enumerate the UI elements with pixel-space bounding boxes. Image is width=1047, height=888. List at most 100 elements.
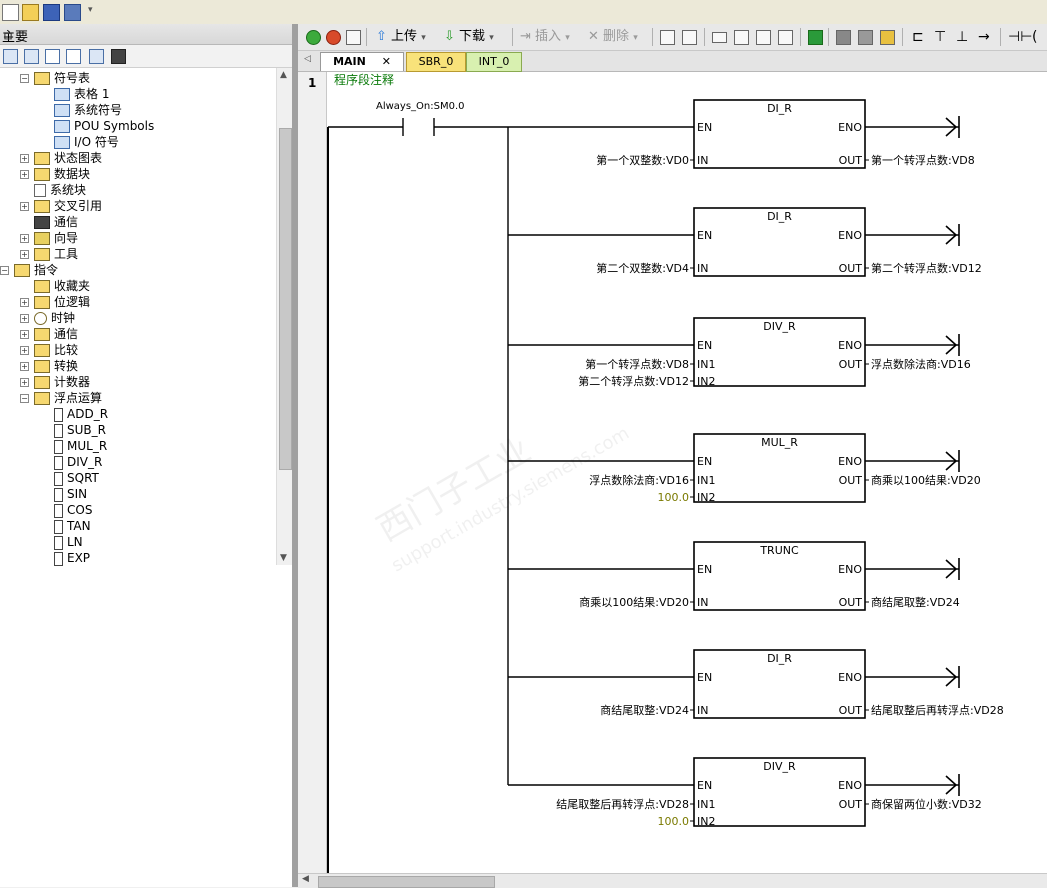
new-file-icon[interactable] (2, 4, 19, 21)
tree-item[interactable]: COS (54, 502, 92, 518)
tree-item[interactable]: 状态图表 (34, 150, 102, 166)
expander-icon[interactable]: − (0, 266, 9, 275)
tree-item[interactable]: 通信 (34, 326, 78, 342)
scroll-up-icon[interactable]: ▲ (280, 70, 287, 80)
output-pin: OUT (839, 704, 863, 717)
tree-item[interactable]: 交叉引用 (34, 198, 102, 214)
horizontal-scrollbar[interactable]: ◀ (298, 873, 1047, 888)
tab-close-icon[interactable]: ✕ (382, 55, 391, 68)
line-right-icon[interactable]: → (978, 28, 990, 46)
stop-icon[interactable] (326, 30, 341, 45)
hscroll-thumb[interactable] (318, 876, 495, 888)
pin-icon[interactable]: ㅁ (2, 26, 286, 45)
tree-item[interactable]: 系统符号 (54, 102, 122, 118)
expander-icon[interactable]: + (20, 170, 29, 179)
tree-item[interactable]: SIN (54, 486, 87, 502)
output-pin: OUT (839, 596, 863, 609)
expander-icon[interactable]: − (20, 74, 29, 83)
save-icon[interactable] (43, 4, 60, 21)
expander-icon[interactable]: + (20, 202, 29, 211)
tree-item[interactable]: 收藏夹 (34, 278, 90, 294)
tree-item[interactable]: I/O 符号 (54, 134, 119, 150)
line-up-icon[interactable]: ⊥ (956, 28, 968, 46)
tree-item[interactable]: ADD_R (54, 406, 108, 422)
tree-item[interactable]: 计数器 (34, 374, 90, 390)
tree-item[interactable]: MUL_R (54, 438, 107, 454)
tree-item[interactable]: LN (54, 534, 83, 550)
unlock-icon[interactable] (858, 30, 873, 45)
coil-icon[interactable]: ( (1032, 28, 1037, 46)
tree-item[interactable]: 符号表 (34, 70, 90, 86)
expander-icon[interactable]: + (20, 362, 29, 371)
expander-icon[interactable]: + (20, 314, 29, 323)
tree-item-label: ADD_R (67, 407, 109, 421)
tree-item[interactable]: 数据块 (34, 166, 90, 182)
ladder-editor[interactable]: 1 程序段注释 Always_On:SM0.0 DI_R EN ENO IN 第一个双整数:… (298, 72, 1047, 873)
tree-item[interactable]: POU Symbols (54, 118, 154, 134)
output-pin: OUT (839, 262, 863, 275)
lock-icon[interactable] (836, 30, 851, 45)
tree-item[interactable]: 浮点运算 (34, 390, 102, 406)
save-all-icon[interactable] (64, 4, 81, 21)
view-icon-1[interactable] (3, 49, 18, 64)
tree-item[interactable]: 向导 (34, 230, 78, 246)
view-icon-2[interactable] (24, 49, 39, 64)
compile-icon[interactable] (346, 30, 361, 45)
tree-item[interactable]: 工具 (34, 246, 78, 262)
expander-icon[interactable]: + (20, 250, 29, 259)
expander-icon[interactable]: + (20, 154, 29, 163)
contact-icon[interactable]: ⊣⊢ (1008, 28, 1032, 46)
expander-icon[interactable]: + (20, 234, 29, 243)
expander-icon[interactable]: + (20, 378, 29, 387)
network-icon[interactable] (660, 30, 675, 45)
tree-item[interactable]: 时钟 (34, 310, 75, 326)
tree-item[interactable]: 比较 (34, 342, 78, 358)
goto-icon[interactable] (808, 30, 823, 45)
tab-main[interactable]: MAIN ✕ (320, 52, 404, 71)
next-bookmark-icon[interactable] (756, 30, 771, 45)
view-icon-4[interactable] (66, 49, 81, 64)
tree-item[interactable]: 系统块 (34, 182, 86, 198)
tree-item[interactable]: EXP (54, 550, 90, 566)
expander-icon[interactable]: + (20, 298, 29, 307)
upload-button[interactable]: ⇧ 上传 ▾ (376, 28, 426, 46)
scroll-left-icon[interactable]: ◀ (302, 874, 309, 884)
tree-item[interactable]: DIV_R (54, 454, 102, 470)
delete-label: 删除 (603, 29, 630, 44)
clear-bookmarks-icon[interactable] (778, 30, 793, 45)
folder-icon (14, 264, 30, 277)
tab-scroll-left-icon[interactable]: ◁ (304, 54, 311, 64)
tree-item[interactable]: 通信 (34, 214, 78, 230)
tree-item-label: LN (67, 535, 83, 549)
expander-icon[interactable]: + (20, 346, 29, 355)
tab-int-0[interactable]: INT_0 (466, 52, 522, 72)
tree-item[interactable]: 指令 (14, 262, 58, 278)
tree-item[interactable]: SUB_R (54, 422, 106, 438)
view-icon-3[interactable] (45, 49, 60, 64)
customize-dropdown-icon[interactable]: ▾ (88, 5, 97, 20)
delete-button[interactable]: ✕ 删除 ▾ (588, 28, 638, 46)
view-icon-5[interactable] (89, 49, 104, 64)
bookmark-icon[interactable] (712, 32, 727, 43)
tab-sbr-0[interactable]: SBR_0 (406, 52, 466, 72)
scrollbar-thumb[interactable] (279, 128, 292, 470)
expander-icon[interactable]: + (20, 330, 29, 339)
tree-item[interactable]: 转换 (34, 358, 78, 374)
view-toggle-icon[interactable] (682, 30, 697, 45)
open-folder-icon[interactable] (22, 4, 39, 21)
tree-item[interactable]: 位逻辑 (34, 294, 90, 310)
branch-down-icon[interactable]: ⊏ (912, 28, 924, 46)
prev-bookmark-icon[interactable] (734, 30, 749, 45)
branch-up-icon[interactable]: ⊤ (934, 28, 946, 46)
tree-item[interactable]: 表格 1 (54, 86, 109, 102)
run-icon[interactable] (306, 30, 321, 45)
insert-button[interactable]: ⇥ 插入 ▾ (520, 28, 570, 46)
tree-item[interactable]: TAN (54, 518, 91, 534)
tree-scrollbar[interactable]: ▲ ▼ (276, 68, 293, 565)
download-button[interactable]: ⇩ 下载 ▾ (444, 28, 494, 46)
protect-icon[interactable] (880, 30, 895, 45)
tree-item[interactable]: SQRT (54, 470, 99, 486)
expander-icon[interactable]: − (20, 394, 29, 403)
monitor-icon[interactable] (111, 49, 126, 64)
scroll-down-icon[interactable]: ▼ (280, 553, 287, 563)
